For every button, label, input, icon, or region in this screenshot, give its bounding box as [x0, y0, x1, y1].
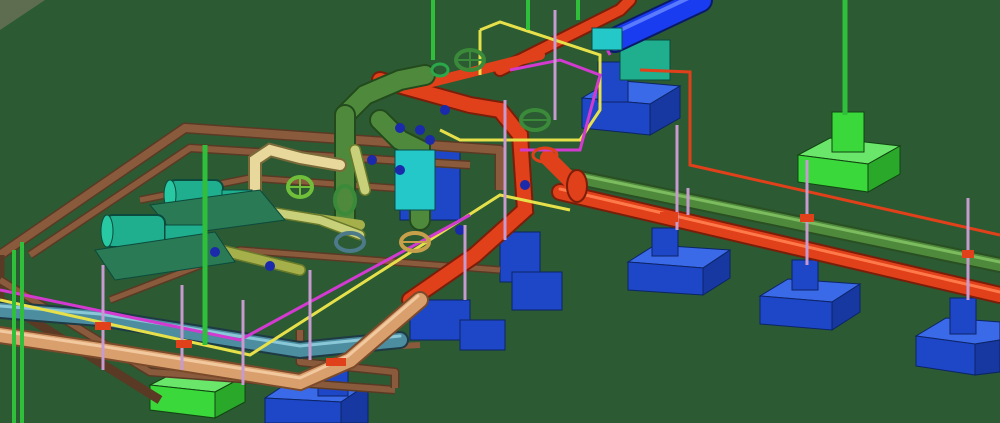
handwheel [286, 175, 314, 199]
pump-casing-top [591, 27, 623, 51]
red-gate-valve [566, 169, 588, 203]
handwheel [454, 48, 486, 72]
3d-piping-model-viewport[interactable] [0, 0, 1000, 423]
pump-casing-right [394, 149, 436, 211]
